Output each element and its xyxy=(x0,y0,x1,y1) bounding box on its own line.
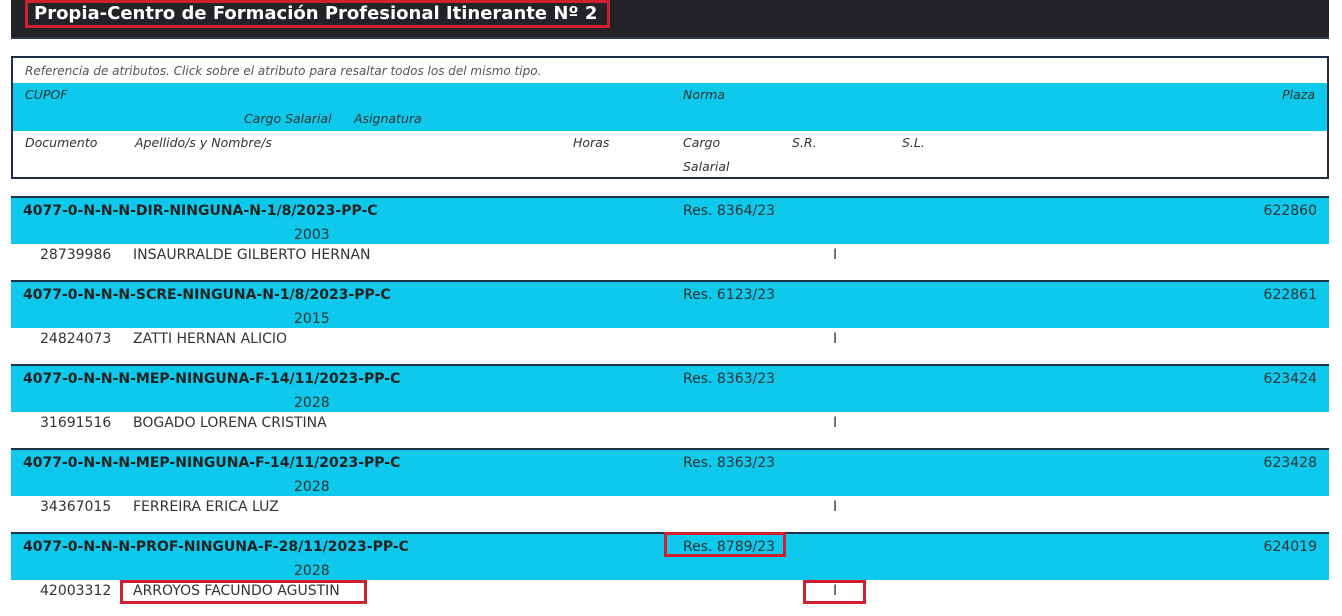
cupof-code[interactable]: 4077-0-N-N-N-MEP-NINGUNA-F-14/11/2023-PP… xyxy=(23,371,400,387)
person-row: 31691516 BOGADO LORENA CRISTINA I xyxy=(11,412,1329,436)
person-name[interactable]: BOGADO LORENA CRISTINA xyxy=(133,415,327,431)
legend-apellido-nombre[interactable]: Apellido/s y Nombre/s xyxy=(135,135,272,150)
documento-value[interactable]: 34367015 xyxy=(40,499,111,515)
person-name[interactable]: INSAURRALDE GILBERTO HERNAN xyxy=(133,247,371,263)
person-name[interactable]: FERREIRA ERICA LUZ xyxy=(133,499,279,515)
norma-highlight-box xyxy=(664,532,786,557)
sr-highlight-box xyxy=(803,580,866,604)
record-header-row: 4077-0-N-N-N-MEP-NINGUNA-F-14/11/2023-PP… xyxy=(11,448,1329,496)
record-header-row: 4077-0-N-N-N-DIR-NINGUNA-N-1/8/2023-PP-C… xyxy=(11,196,1329,244)
plaza-value[interactable]: 622860 xyxy=(1264,203,1317,219)
name-highlight-box xyxy=(120,580,367,604)
documento-value[interactable]: 31691516 xyxy=(40,415,111,431)
cargo-salarial-value[interactable]: 2003 xyxy=(294,227,330,243)
cupof-code[interactable]: 4077-0-N-N-N-DIR-NINGUNA-N-1/8/2023-PP-C xyxy=(23,203,378,219)
legend-header-band xyxy=(13,83,1327,131)
legend-sl[interactable]: S.L. xyxy=(902,135,925,150)
norma-value[interactable]: Res. 8364/23 xyxy=(683,203,775,219)
cupof-code[interactable]: 4077-0-N-N-N-SCRE-NINGUNA-N-1/8/2023-PP-… xyxy=(23,287,391,303)
legend-cargo[interactable]: Cargo xyxy=(683,135,720,150)
cupof-code[interactable]: 4077-0-N-N-N-MEP-NINGUNA-F-14/11/2023-PP… xyxy=(23,455,400,471)
sr-value[interactable]: I xyxy=(833,499,837,515)
legend-reference-text: Referencia de atributos. Click sobre el … xyxy=(25,64,542,78)
legend-plaza[interactable]: Plaza xyxy=(1282,87,1315,102)
legend-horas[interactable]: Horas xyxy=(573,135,609,150)
legend-norma[interactable]: Norma xyxy=(683,87,725,102)
plaza-value[interactable]: 623428 xyxy=(1264,455,1317,471)
legend-asignatura[interactable]: Asignatura xyxy=(354,111,422,126)
cupof-code[interactable]: 4077-0-N-N-N-PROF-NINGUNA-F-28/11/2023-P… xyxy=(23,539,409,555)
page-header: Propia-Centro de Formación Profesional I… xyxy=(11,0,1329,39)
legend-cupof[interactable]: CUPOF xyxy=(25,87,67,102)
documento-value[interactable]: 28739986 xyxy=(40,247,111,263)
page-title: Propia-Centro de Formación Profesional I… xyxy=(25,0,611,28)
plaza-value[interactable]: 623424 xyxy=(1264,371,1317,387)
person-row: 28739986 INSAURRALDE GILBERTO HERNAN I xyxy=(11,244,1329,268)
sr-value[interactable]: I xyxy=(833,331,837,347)
norma-value[interactable]: Res. 6123/23 xyxy=(683,287,775,303)
plaza-value[interactable]: 624019 xyxy=(1264,539,1317,555)
legend-salarial[interactable]: Salarial xyxy=(683,159,729,174)
person-name[interactable]: ZATTI HERNAN ALICIO xyxy=(133,331,287,347)
person-row: 34367015 FERREIRA ERICA LUZ I xyxy=(11,496,1329,520)
person-row: 24824073 ZATTI HERNAN ALICIO I xyxy=(11,328,1329,352)
attribute-legend: Referencia de atributos. Click sobre el … xyxy=(11,56,1329,179)
legend-documento[interactable]: Documento xyxy=(25,135,97,150)
norma-value[interactable]: Res. 8363/23 xyxy=(683,455,775,471)
cargo-salarial-value[interactable]: 2028 xyxy=(294,563,330,579)
norma-value[interactable]: Res. 8363/23 xyxy=(683,371,775,387)
record-header-row: 4077-0-N-N-N-MEP-NINGUNA-F-14/11/2023-PP… xyxy=(11,364,1329,412)
cargo-salarial-value[interactable]: 2015 xyxy=(294,311,330,327)
cargo-salarial-value[interactable]: 2028 xyxy=(294,479,330,495)
record-header-row: 4077-0-N-N-N-SCRE-NINGUNA-N-1/8/2023-PP-… xyxy=(11,280,1329,328)
plaza-value[interactable]: 622861 xyxy=(1264,287,1317,303)
legend-sr[interactable]: S.R. xyxy=(792,135,817,150)
documento-value[interactable]: 42003312 xyxy=(40,583,111,599)
sr-value[interactable]: I xyxy=(833,247,837,263)
documento-value[interactable]: 24824073 xyxy=(40,331,111,347)
sr-value[interactable]: I xyxy=(833,415,837,431)
cargo-salarial-value[interactable]: 2028 xyxy=(294,395,330,411)
legend-cargo-salarial[interactable]: Cargo Salarial xyxy=(244,111,332,126)
